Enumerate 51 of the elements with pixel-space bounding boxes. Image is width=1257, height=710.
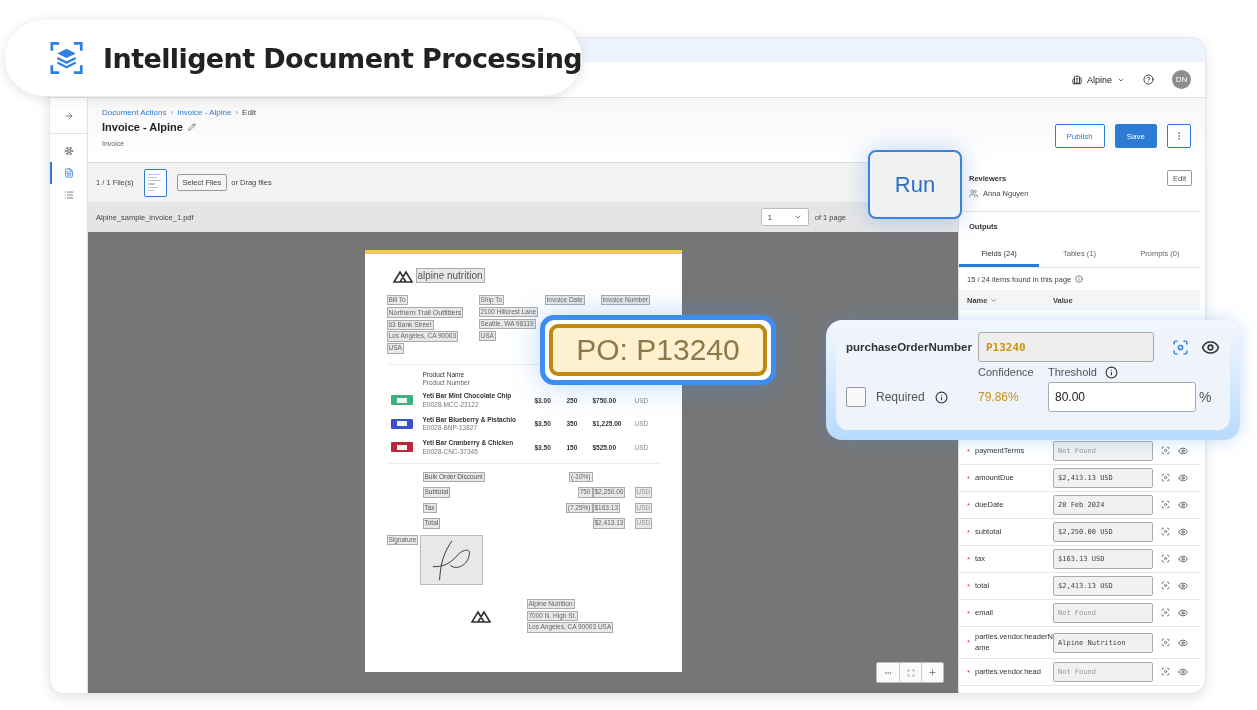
arrow-right-icon <box>63 110 74 121</box>
po-number-highlight: PO: P13240 <box>549 324 767 376</box>
list-icon <box>63 190 74 200</box>
focus-icon[interactable] <box>1172 338 1189 356</box>
run-button[interactable]: Run <box>868 150 962 219</box>
focus-icon[interactable] <box>1161 581 1170 590</box>
info-icon <box>1075 275 1084 283</box>
focus-icon[interactable] <box>1161 473 1170 482</box>
document-icon <box>63 168 74 178</box>
focus-icon[interactable] <box>1161 500 1170 509</box>
snowflake-icon <box>63 146 74 156</box>
badge-title: Intelligent Document Processing <box>103 42 582 74</box>
mountain-logo-icon <box>392 268 413 283</box>
plus-icon <box>928 668 937 677</box>
chevron-down-icon <box>793 213 802 221</box>
focus-icon[interactable] <box>1161 446 1170 455</box>
fit-icon <box>906 668 915 677</box>
publish-button[interactable]: Publish <box>1054 124 1105 148</box>
organization-selector[interactable]: Alpine <box>1071 74 1125 85</box>
threshold-label: Threshold <box>1048 366 1097 378</box>
confidence-label: Confidence <box>978 366 1034 378</box>
field-name: purchaseOrderNumber <box>846 341 973 353</box>
pencil-icon[interactable] <box>187 123 196 131</box>
building-icon <box>1071 74 1082 85</box>
focus-icon[interactable] <box>1161 667 1170 676</box>
chevron-down-icon <box>990 296 998 304</box>
focus-icon[interactable] <box>1161 608 1170 617</box>
confidence-value: 79.86% <box>978 390 1019 404</box>
info-icon <box>934 390 948 404</box>
mountain-logo-icon <box>470 608 491 623</box>
breadcrumb-current-page: Edit <box>242 108 256 117</box>
document-title: Invoice - Alpine <box>102 121 183 133</box>
more-button[interactable] <box>1167 124 1191 148</box>
focus-icon[interactable] <box>1161 637 1170 647</box>
help-icon[interactable] <box>1143 74 1154 85</box>
file-thumbnail[interactable] <box>143 168 167 197</box>
save-button[interactable]: Save <box>1114 124 1157 148</box>
percent-unit: % <box>1199 389 1212 405</box>
threshold-input[interactable]: 80.00 <box>1048 382 1196 412</box>
focus-icon[interactable] <box>1161 554 1170 563</box>
breadcrumb-link[interactable]: Invoice - Alpine <box>177 108 232 117</box>
focus-icon[interactable] <box>1161 527 1170 536</box>
required-label: Required <box>876 390 925 404</box>
people-icon <box>969 189 978 198</box>
required-checkbox[interactable] <box>846 387 866 407</box>
brand-name: alpine nutrition <box>415 268 485 283</box>
breadcrumb-separator: › <box>235 108 239 117</box>
breadcrumb-separator: › <box>170 108 174 117</box>
layers-scan-icon <box>50 40 84 76</box>
info-icon <box>1104 365 1118 379</box>
breadcrumb-link[interactable]: Document Actions <box>102 108 167 117</box>
